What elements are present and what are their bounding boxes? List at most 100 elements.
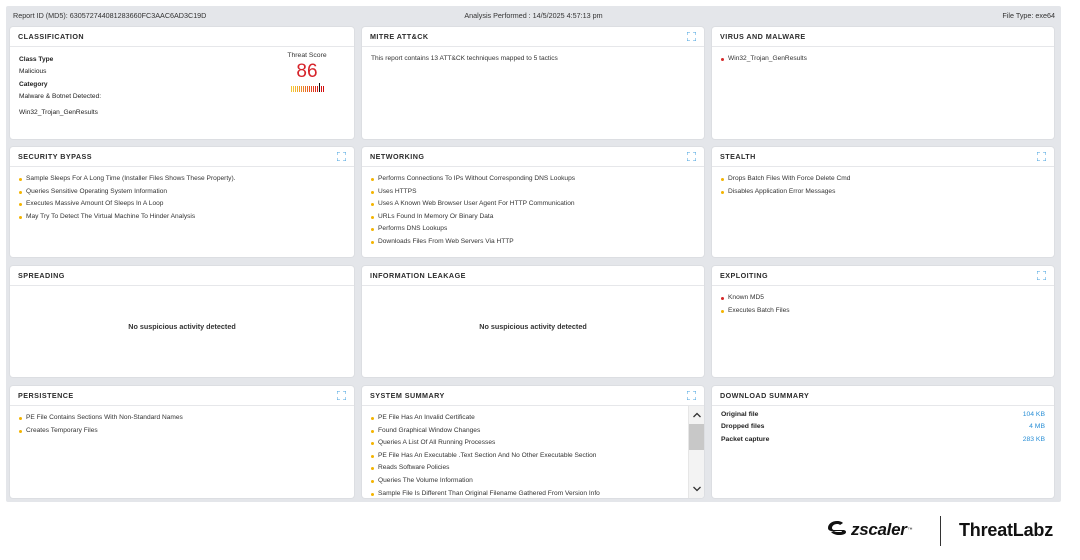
persistence-title: PERSISTENCE (18, 391, 74, 400)
threat-score-value: 86 (296, 61, 318, 82)
bullet-icon (371, 492, 374, 496)
scrollbar[interactable] (688, 406, 704, 498)
list-item: Performs Connections To IPs Without Corr… (371, 173, 695, 186)
expand-icon[interactable] (687, 32, 696, 41)
download-row: Original file 104 KB (721, 409, 1045, 421)
list-item: PE File Has An Invalid Certificate (371, 412, 682, 425)
expand-icon[interactable] (1037, 271, 1046, 280)
security-bypass-card: SECURITY BYPASS Sample Sleeps For A Long… (10, 147, 354, 257)
expand-icon[interactable] (687, 391, 696, 400)
exploiting-card: EXPLOITING Known MD5 Executes Batch File… (712, 266, 1054, 377)
report-header: Report ID (MD5): 630572744081283660FC3AA… (6, 6, 1061, 24)
list-item: PE File Contains Sections With Non-Stand… (19, 412, 345, 425)
bullet-icon (721, 297, 724, 300)
list-item: Win32_Trojan_GenResults (721, 53, 1045, 66)
mitre-card: MITRE ATT&CK This report contains 13 ATT… (362, 27, 704, 139)
no-activity-message: No suspicious activity detected (479, 322, 587, 331)
networking-title: NETWORKING (370, 152, 425, 161)
list-item: Uses A Known Web Browser User Agent For … (371, 198, 695, 211)
category-label: Category (19, 80, 48, 88)
mitre-title: MITRE ATT&CK (370, 32, 429, 41)
information-leakage-title: INFORMATION LEAKAGE (370, 271, 466, 280)
list-item: Creates Temporary Files (19, 425, 345, 438)
bullet-icon (19, 190, 22, 194)
virus-title: VIRUS AND MALWARE (720, 32, 806, 41)
list-item: Drops Batch Files With Force Delete Cmd (721, 173, 1045, 186)
security-bypass-title: SECURITY BYPASS (18, 152, 92, 161)
expand-icon[interactable] (687, 152, 696, 161)
list-item: Sample File Is Different Than Original F… (371, 488, 682, 498)
scroll-down-icon[interactable] (689, 482, 704, 496)
bullet-icon (371, 215, 374, 219)
threatlabz-wordmark: ThreatLabz (959, 519, 1054, 540)
expand-icon[interactable] (337, 391, 346, 400)
list-item: Performs DNS Lookups (371, 223, 695, 236)
file-type: File Type: exe64 (1002, 10, 1055, 20)
bullet-icon (371, 454, 374, 458)
download-row: Dropped files 4 MB (721, 421, 1045, 433)
download-label: Packet capture (721, 435, 770, 443)
system-summary-title: SYSTEM SUMMARY (370, 391, 445, 400)
category-detail: Win32_Trojan_GenResults (19, 108, 98, 116)
classification-card: CLASSIFICATION Class Type Malicious Cate… (10, 27, 354, 139)
class-type-value: Malicious (19, 68, 47, 76)
stealth-card: STEALTH Drops Batch Files With Force Del… (712, 147, 1054, 257)
list-item: URLs Found In Memory Or Binary Data (371, 211, 695, 224)
bullet-icon (721, 58, 724, 61)
scrollbar-thumb[interactable] (689, 424, 704, 450)
bullet-icon (721, 309, 724, 313)
class-type-label: Class Type (19, 56, 54, 63)
virus-card: VIRUS AND MALWARE Win32_Trojan_GenResult… (712, 27, 1054, 139)
download-label: Dropped files (721, 423, 765, 431)
download-link[interactable]: 4 MB (1029, 421, 1045, 433)
list-item: PE File Has An Executable .Text Section … (371, 450, 682, 463)
bullet-icon (371, 228, 374, 232)
report-container: Report ID (MD5): 630572744081283660FC3AA… (6, 6, 1061, 502)
download-summary-card: DOWNLOAD SUMMARY Original file 104 KB Dr… (712, 386, 1054, 498)
bullet-icon (19, 417, 22, 420)
category-value: Malware & Botnet Detected: (19, 93, 102, 101)
bullet-icon (721, 178, 724, 181)
brand-divider (940, 516, 941, 546)
bullet-icon (371, 203, 374, 207)
list-item: Found Graphical Window Changes (371, 425, 682, 438)
list-item: Sample Sleeps For A Long Time (Installer… (19, 173, 345, 186)
mitre-text: This report contains 13 ATT&CK technique… (371, 55, 558, 62)
bullet-icon (19, 215, 22, 219)
scroll-up-icon[interactable] (689, 408, 704, 422)
list-item: Disables Application Error Messages (721, 186, 1045, 199)
list-item: Downloads Files From Web Servers Via HTT… (371, 236, 695, 249)
download-row: Packet capture 283 KB (721, 434, 1045, 446)
trademark: ™ (907, 527, 913, 533)
expand-icon[interactable] (1037, 152, 1046, 161)
no-activity-message: No suspicious activity detected (128, 322, 236, 331)
expand-icon[interactable] (337, 152, 346, 161)
information-leakage-card: INFORMATION LEAKAGE No suspicious activi… (362, 266, 704, 377)
bullet-icon (371, 442, 374, 446)
spreading-title: SPREADING (18, 271, 65, 280)
list-item: Uses HTTPS (371, 186, 695, 199)
classification-title: CLASSIFICATION (18, 32, 85, 41)
list-item: Queries The Volume Information (371, 475, 682, 488)
zscaler-wordmark: zscaler (851, 520, 907, 539)
list-item: Reads Software Policies (371, 462, 682, 475)
bullet-icon (371, 479, 374, 483)
system-summary-card: SYSTEM SUMMARY PE File Has An Invalid Ce… (362, 386, 704, 498)
persistence-card: PERSISTENCE PE File Contains Sections Wi… (10, 386, 354, 498)
list-item: Known MD5 (721, 292, 1045, 305)
download-link[interactable]: 104 KB (1023, 409, 1045, 421)
report-id: Report ID (MD5): 630572744081283660FC3AA… (13, 10, 207, 20)
bullet-icon (371, 417, 374, 420)
threat-score-bar (272, 83, 342, 92)
download-label: Original file (721, 411, 759, 418)
bullet-icon (371, 429, 374, 433)
bullet-icon (19, 178, 22, 181)
stealth-title: STEALTH (720, 152, 756, 161)
bullet-icon (721, 190, 724, 194)
bullet-icon (19, 203, 22, 207)
bullet-icon (371, 178, 374, 181)
bullet-icon (19, 429, 22, 433)
bullet-icon (371, 190, 374, 194)
list-item: May Try To Detect The Virtual Machine To… (19, 211, 345, 224)
download-link[interactable]: 283 KB (1023, 434, 1045, 446)
